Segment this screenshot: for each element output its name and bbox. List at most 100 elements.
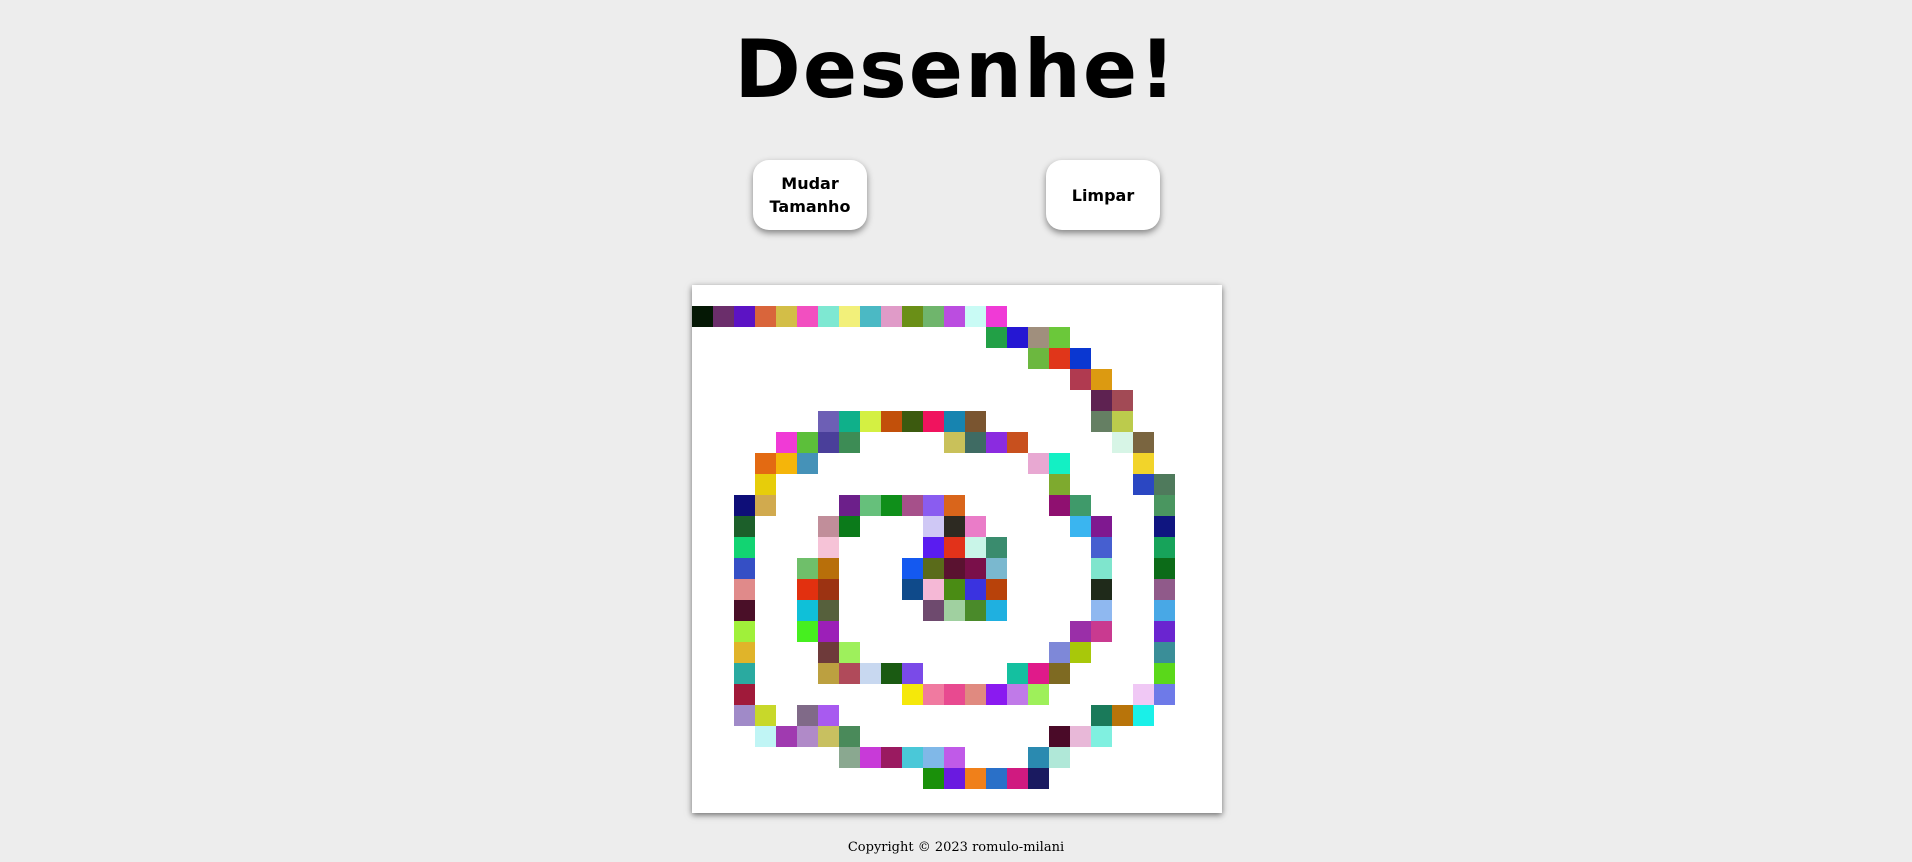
grid-cell[interactable] — [986, 600, 1007, 621]
grid-cell[interactable] — [755, 705, 776, 726]
grid-cell[interactable] — [1091, 621, 1112, 642]
grid-cell[interactable] — [818, 621, 839, 642]
grid-cell[interactable] — [923, 537, 944, 558]
grid-cell[interactable] — [839, 432, 860, 453]
grid-cell[interactable] — [818, 558, 839, 579]
grid-cell[interactable] — [944, 411, 965, 432]
grid-cell[interactable] — [797, 705, 818, 726]
grid-cell[interactable] — [1154, 642, 1175, 663]
grid-cell[interactable] — [755, 495, 776, 516]
grid-cell[interactable] — [944, 747, 965, 768]
grid-cell[interactable] — [1133, 474, 1154, 495]
grid-cell[interactable] — [944, 432, 965, 453]
grid-cell[interactable] — [1154, 558, 1175, 579]
grid-cell[interactable] — [1049, 747, 1070, 768]
grid-cell[interactable] — [776, 453, 797, 474]
grid-cell[interactable] — [1154, 600, 1175, 621]
grid-cell[interactable] — [818, 537, 839, 558]
grid-cell[interactable] — [776, 432, 797, 453]
grid-cell[interactable] — [860, 747, 881, 768]
drawing-board[interactable] — [692, 285, 1222, 813]
grid-cell[interactable] — [839, 747, 860, 768]
grid-cell[interactable] — [944, 684, 965, 705]
grid-cell[interactable] — [1070, 516, 1091, 537]
grid-cell[interactable] — [965, 411, 986, 432]
grid-cell[interactable] — [797, 453, 818, 474]
grid-cell[interactable] — [1133, 684, 1154, 705]
grid-cell[interactable] — [965, 600, 986, 621]
grid-cell[interactable] — [1049, 348, 1070, 369]
grid-cell[interactable] — [965, 579, 986, 600]
grid-cell[interactable] — [1091, 537, 1112, 558]
change-size-button[interactable]: Mudar Tamanho — [753, 160, 867, 230]
grid-cell[interactable] — [986, 432, 1007, 453]
grid-cell[interactable] — [1007, 327, 1028, 348]
grid-cell[interactable] — [776, 306, 797, 327]
grid-cell[interactable] — [1154, 474, 1175, 495]
grid-cell[interactable] — [734, 705, 755, 726]
grid-cell[interactable] — [1091, 558, 1112, 579]
grid-cell[interactable] — [1070, 495, 1091, 516]
grid-cell[interactable] — [734, 558, 755, 579]
grid-cell[interactable] — [1154, 537, 1175, 558]
grid-cell[interactable] — [923, 411, 944, 432]
grid-cell[interactable] — [1007, 684, 1028, 705]
grid-cell[interactable] — [902, 306, 923, 327]
grid-cell[interactable] — [944, 600, 965, 621]
grid-cell[interactable] — [1091, 600, 1112, 621]
grid-cell[interactable] — [755, 726, 776, 747]
grid-cell[interactable] — [818, 705, 839, 726]
grid-cell[interactable] — [1154, 684, 1175, 705]
grid-cell[interactable] — [1154, 621, 1175, 642]
grid-cell[interactable] — [986, 579, 1007, 600]
grid-cell[interactable] — [881, 495, 902, 516]
grid-cell[interactable] — [734, 663, 755, 684]
grid-cell[interactable] — [776, 726, 797, 747]
grid-cell[interactable] — [860, 411, 881, 432]
grid-cell[interactable] — [1049, 327, 1070, 348]
grid-cell[interactable] — [1028, 453, 1049, 474]
grid-cell[interactable] — [881, 306, 902, 327]
grid-cell[interactable] — [797, 726, 818, 747]
grid-cell[interactable] — [1091, 726, 1112, 747]
grid-cell[interactable] — [986, 306, 1007, 327]
grid-cell[interactable] — [755, 453, 776, 474]
grid-cell[interactable] — [923, 684, 944, 705]
grid-cell[interactable] — [1154, 516, 1175, 537]
grid-cell[interactable] — [734, 537, 755, 558]
grid-cell[interactable] — [734, 579, 755, 600]
grid-cell[interactable] — [839, 306, 860, 327]
grid-cell[interactable] — [1007, 663, 1028, 684]
grid-cell[interactable] — [1154, 579, 1175, 600]
grid-cell[interactable] — [986, 558, 1007, 579]
grid-cell[interactable] — [944, 516, 965, 537]
grid-cell[interactable] — [923, 579, 944, 600]
grid-cell[interactable] — [1070, 348, 1091, 369]
grid-cell[interactable] — [965, 558, 986, 579]
grid-cell[interactable] — [1049, 453, 1070, 474]
grid-cell[interactable] — [965, 432, 986, 453]
grid-cell[interactable] — [923, 558, 944, 579]
grid-cell[interactable] — [839, 411, 860, 432]
grid-cell[interactable] — [965, 537, 986, 558]
grid-cell[interactable] — [1070, 621, 1091, 642]
grid-cell[interactable] — [734, 495, 755, 516]
grid-cell[interactable] — [965, 306, 986, 327]
grid-cell[interactable] — [944, 558, 965, 579]
grid-cell[interactable] — [1133, 453, 1154, 474]
grid-cell[interactable] — [944, 579, 965, 600]
grid-cell[interactable] — [923, 306, 944, 327]
grid-cell[interactable] — [1049, 474, 1070, 495]
grid-cell[interactable] — [1028, 768, 1049, 789]
grid-cell[interactable] — [860, 663, 881, 684]
grid-cell[interactable] — [839, 663, 860, 684]
grid-cell[interactable] — [797, 579, 818, 600]
grid-cell[interactable] — [797, 621, 818, 642]
grid-cell[interactable] — [944, 768, 965, 789]
grid-cell[interactable] — [902, 411, 923, 432]
grid-cell[interactable] — [860, 495, 881, 516]
grid-cell[interactable] — [839, 726, 860, 747]
grid-cell[interactable] — [839, 516, 860, 537]
grid-cell[interactable] — [965, 684, 986, 705]
grid-cell[interactable] — [1133, 705, 1154, 726]
